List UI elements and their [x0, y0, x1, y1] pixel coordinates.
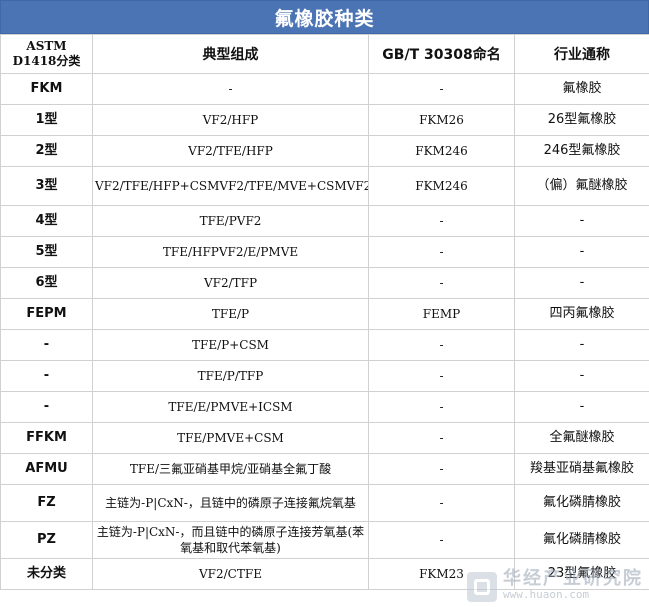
row-astm-cell: -	[0, 391, 93, 423]
row-gbt-cell: FKM26	[368, 104, 515, 136]
row-astm-cell: 4型	[0, 205, 93, 237]
row-astm-cell: FZ	[0, 484, 93, 522]
row-composition-cell: VF2/TFE/HFP+CSMVF2/TFE/MVE+CSMVF2/TFE/MV…	[92, 166, 369, 206]
table-row: AFMU TFE/三氟亚硝基甲烷/亚硝基全氟丁酸 - 羧基亚硝基氟橡胶	[0, 453, 649, 485]
row-astm-cell: AFMU	[0, 453, 93, 485]
row-composition-cell: TFE/HFPVF2/E/PMVE	[92, 236, 369, 268]
row-gbt-cell: -	[368, 391, 515, 423]
table-row: 3型VF2/TFE/HFP+CSMVF2/TFE/MVE+CSMVF2/TFE/…	[0, 166, 649, 206]
row-astm-cell: FKM	[0, 73, 93, 105]
row-gbt-cell: -	[368, 205, 515, 237]
row-composition-cell: TFE/P/TFP	[92, 360, 369, 392]
row-composition-cell: TFE/P	[92, 298, 369, 330]
table-title: 氟橡胶种类	[0, 0, 649, 34]
row-astm-cell: 1型	[0, 104, 93, 136]
row-astm-cell: 6型	[0, 267, 93, 299]
row-composition-cell: TFE/PVF2	[92, 205, 369, 237]
row-composition-cell: TFE/PMVE+CSM	[92, 422, 369, 454]
row-astm-cell: FEPM	[0, 298, 93, 330]
fluororubber-table-sheet: 氟橡胶种类 ASTM D1418分类 典型组成 GB/T 30308命名 行业通…	[0, 0, 649, 607]
row-common-name-cell: -	[514, 360, 649, 392]
row-gbt-cell: -	[368, 236, 515, 268]
row-composition-cell: VF2/HFP	[92, 104, 369, 136]
header-common-name: 行业通称	[514, 34, 649, 74]
row-common-name-cell: 四丙氟橡胶	[514, 298, 649, 330]
row-common-name-cell: 23型氟橡胶	[514, 558, 649, 590]
table-row: FKM - - 氟橡胶	[0, 73, 649, 105]
row-composition-cell: 主链为-P|CxN-，而且链中的磷原子连接芳氧基(苯氧基和取代苯氧基)	[92, 521, 369, 559]
header-gbt-name: GB/T 30308命名	[368, 34, 515, 74]
row-composition-cell: VF2/CTFE	[92, 558, 369, 590]
row-gbt-cell: -	[368, 422, 515, 454]
table-row: 2型 VF2/TFE/HFP FKM246 246型氟橡胶	[0, 135, 649, 167]
row-gbt-cell: FKM23	[368, 558, 515, 590]
table-row: 1型 VF2/HFP FKM26 26型氟橡胶	[0, 104, 649, 136]
row-common-name-cell: 氟橡胶	[514, 73, 649, 105]
table-row: - TFE/P+CSM - -	[0, 329, 649, 361]
row-composition-cell: TFE/三氟亚硝基甲烷/亚硝基全氟丁酸	[92, 453, 369, 485]
header-astm: ASTM D1418分类	[0, 34, 93, 74]
row-composition-cell: VF2/TFP	[92, 267, 369, 299]
row-astm-cell: -	[0, 329, 93, 361]
row-composition-cell: 主链为-P|CxN-，且链中的磷原子连接氟烷氧基	[92, 484, 369, 522]
row-astm-cell: -	[0, 360, 93, 392]
row-composition-cell: VF2/TFE/HFP	[92, 135, 369, 167]
row-common-name-cell: 羧基亚硝基氟橡胶	[514, 453, 649, 485]
table-row: - TFE/E/PMVE+ICSM - -	[0, 391, 649, 423]
table-row: FFKM TFE/PMVE+CSM - 全氟醚橡胶	[0, 422, 649, 454]
row-common-name-cell: -	[514, 391, 649, 423]
row-common-name-cell: -	[514, 267, 649, 299]
row-common-name-cell: 246型氟橡胶	[514, 135, 649, 167]
table-row: 6型 VF2/TFP - -	[0, 267, 649, 299]
table-row: 未分类 VF2/CTFE FKM23 23型氟橡胶	[0, 558, 649, 590]
row-gbt-cell: -	[368, 484, 515, 522]
row-common-name-cell: （偏）氟醚橡胶	[514, 166, 649, 206]
row-common-name-cell: 氟化磷腈橡胶	[514, 484, 649, 522]
table-row: FZ 主链为-P|CxN-，且链中的磷原子连接氟烷氧基 - 氟化磷腈橡胶	[0, 484, 649, 522]
row-common-name-cell: -	[514, 205, 649, 237]
row-common-name-cell: 全氟醚橡胶	[514, 422, 649, 454]
row-astm-cell: 未分类	[0, 558, 93, 590]
row-common-name-cell: 26型氟橡胶	[514, 104, 649, 136]
header-composition: 典型组成	[92, 34, 369, 74]
table-row: 4型 TFE/PVF2- -	[0, 205, 649, 237]
row-gbt-cell: FKM246	[368, 166, 515, 206]
header-row: ASTM D1418分类 典型组成 GB/T 30308命名 行业通称	[0, 34, 649, 74]
row-gbt-cell: -	[368, 267, 515, 299]
row-astm-cell: 3型	[0, 166, 93, 206]
row-gbt-cell: -	[368, 73, 515, 105]
row-astm-cell: FFKM	[0, 422, 93, 454]
table-row: FEPM TFE/P FEMP 四丙氟橡胶	[0, 298, 649, 330]
row-gbt-cell: -	[368, 453, 515, 485]
fluororubber-table: ASTM D1418分类 典型组成 GB/T 30308命名 行业通称 FKM -…	[0, 34, 649, 590]
row-astm-cell: 2型	[0, 135, 93, 167]
row-gbt-cell: -	[368, 521, 515, 559]
row-common-name-cell: -	[514, 329, 649, 361]
row-composition-cell: TFE/E/PMVE+ICSM	[92, 391, 369, 423]
row-gbt-cell: FEMP	[368, 298, 515, 330]
row-common-name-cell: 氟化磷腈橡胶	[514, 521, 649, 559]
row-gbt-cell: FKM246	[368, 135, 515, 167]
row-gbt-cell: -	[368, 360, 515, 392]
table-row: - TFE/P/TFP - -	[0, 360, 649, 392]
row-composition-cell: -	[92, 73, 369, 105]
row-composition-cell: TFE/P+CSM	[92, 329, 369, 361]
row-gbt-cell: -	[368, 329, 515, 361]
table-row: 5型 TFE/HFPVF2/E/PMVE - -	[0, 236, 649, 268]
row-astm-cell: PZ	[0, 521, 93, 559]
row-astm-cell: 5型	[0, 236, 93, 268]
row-common-name-cell: -	[514, 236, 649, 268]
table-row: PZ 主链为-P|CxN-，而且链中的磷原子连接芳氧基(苯氧基和取代苯氧基) - 氟化…	[0, 521, 649, 559]
